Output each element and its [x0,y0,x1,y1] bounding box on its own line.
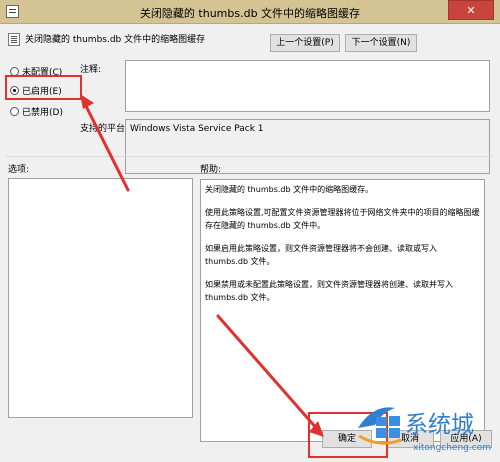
close-button[interactable]: ✕ [448,0,494,20]
radio-disabled-label: 已禁用(D) [22,108,63,118]
help-section-label: 帮助: [200,165,222,175]
supported-platform-value: Windows Vista Service Pack 1 [125,119,490,174]
help-paragraph-2: 使用此策略设置,可配置文件资源管理器将位于网络文件夹中的项目的缩略图缓存在隐藏的… [205,208,480,230]
help-paragraph-4: 如果禁用或未配置此策略设置，则文件资源管理器将创建、读取并写入 thumbs.d… [205,280,453,302]
options-section-label: 选项: [8,165,30,175]
help-paragraph-1: 关闭隐藏的 thumbs.db 文件中的缩略图缓存。 [205,185,374,194]
policy-setting-icon [8,33,20,46]
watermark-url: xitongcheng.com [413,443,491,453]
options-panel [8,178,193,418]
section-divider [6,156,494,157]
window-title: 关闭隐藏的 thumbs.db 文件中的缩略图缓存 [139,7,361,20]
next-setting-button[interactable]: 下一个设置(N) [345,34,417,52]
supported-platform-label: 支持的平台: [80,124,129,134]
previous-setting-button[interactable]: 上一个设置(P) [270,34,340,52]
radio-disabled-dot[interactable] [10,107,19,116]
watermark-brand: 系统城 [405,412,474,438]
policy-name: 关闭隐藏的 thumbs.db 文件中的缩略图缓存 [25,35,206,45]
radio-disabled[interactable]: 已禁用(D) [10,105,63,118]
help-paragraph-3: 如果启用此策略设置，则文件资源管理器将不会创建、读取或写入 thumbs.db … [205,244,437,266]
annotation-highlight-enabled [5,75,82,100]
help-text-panel: 关闭隐藏的 thumbs.db 文件中的缩略图缓存。 使用此策略设置,可配置文件… [200,179,485,442]
watermark-logo-icon [358,407,402,445]
comment-label: 注释: [80,65,102,75]
title-bar: 关闭隐藏的 thumbs.db 文件中的缩略图缓存 ✕ [0,0,500,24]
comment-textarea[interactable] [125,60,490,112]
